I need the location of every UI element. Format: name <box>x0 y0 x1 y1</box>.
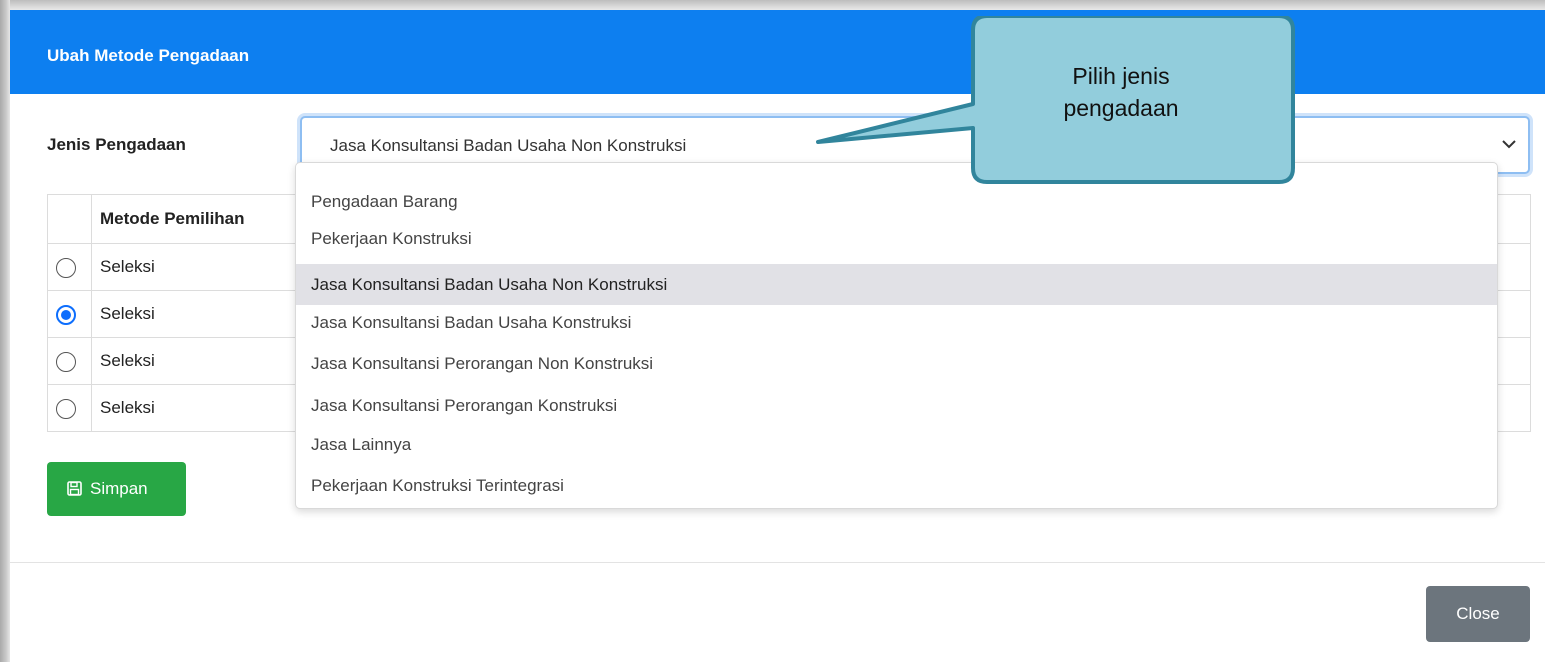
jenis-pengadaan-label: Jenis Pengadaan <box>47 135 186 154</box>
dropdown-option[interactable]: Pekerjaan Konstruksi <box>296 218 1497 259</box>
radio-cell <box>47 290 92 338</box>
radio-cell <box>47 243 92 291</box>
dropdown-option[interactable]: Jasa Konsultansi Badan Usaha Konstruksi <box>296 302 1497 343</box>
dropdown-option[interactable]: Jasa Konsultansi Perorangan Non Konstruk… <box>296 343 1497 384</box>
jenis-pengadaan-dropdown: Pengadaan Barang Pekerjaan Konstruksi Jasa… <box>295 162 1498 509</box>
dropdown-option[interactable]: Jasa Konsultansi Perorangan Konstruksi <box>296 385 1497 426</box>
radio-icon[interactable] <box>56 398 76 419</box>
dropdown-option[interactable]: Jasa Konsultansi Badan Usaha Non Konstru… <box>296 264 1497 305</box>
radio-cell <box>47 337 92 385</box>
dropdown-option[interactable]: Pengadaan Barang <box>296 181 1497 222</box>
radio-cell <box>47 384 92 432</box>
callout-line-2: pengadaan <box>1063 95 1179 121</box>
modal-title: Ubah Metode Pengadaan <box>47 46 250 65</box>
window-left-edge <box>0 0 10 662</box>
close-button[interactable]: Close <box>1426 586 1530 642</box>
radio-column-header <box>47 194 92 244</box>
floppy-disk-icon <box>67 481 82 496</box>
dropdown-option[interactable]: Pekerjaan Konstruksi Terintegrasi <box>296 465 1497 506</box>
modal-header: Ubah Metode Pengadaan <box>10 10 1545 94</box>
window-top-edge <box>0 0 1545 10</box>
chevron-down-icon <box>1502 140 1516 149</box>
save-button-label: Simpan <box>90 479 148 498</box>
save-button[interactable]: Simpan <box>47 462 186 516</box>
select-value: Jasa Konsultansi Badan Usaha Non Konstru… <box>330 136 687 155</box>
radio-icon[interactable] <box>56 351 76 372</box>
radio-icon[interactable] <box>56 257 76 278</box>
callout-text: Pilih jenis pengadaan <box>955 60 1287 124</box>
callout-line-1: Pilih jenis <box>1072 63 1170 89</box>
dropdown-option[interactable]: Jasa Lainnya <box>296 424 1497 465</box>
footer-divider <box>10 562 1545 563</box>
radio-icon[interactable] <box>56 304 76 325</box>
